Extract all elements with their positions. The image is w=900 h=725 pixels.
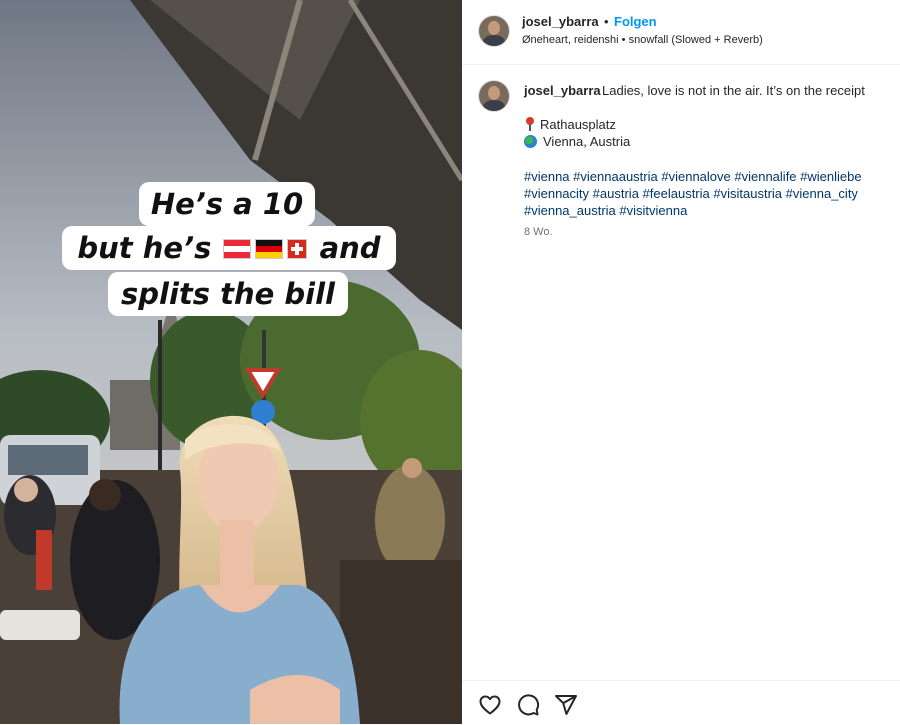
location-region: Vienna, Austria (543, 134, 631, 149)
hashtag-link[interactable]: #visitvienna (619, 203, 687, 218)
caption-username[interactable]: josel_ybarra (524, 83, 601, 98)
hashtags: #vienna #viennaaustria #viennalove #vien… (524, 168, 884, 219)
caption-line-1: He’s a 10 (139, 182, 315, 226)
author-avatar[interactable] (478, 15, 510, 47)
hashtag-link[interactable]: #visitaustria (713, 186, 782, 201)
hashtag-link[interactable]: #viennalove (661, 169, 730, 184)
share-icon[interactable] (554, 693, 578, 717)
hashtag-link[interactable]: #wienliebe (800, 169, 861, 184)
post-timestamp[interactable]: 8 Wo. (524, 226, 553, 238)
post-header: josel_ybarra • Folgen Øneheart, reidensh… (462, 0, 900, 65)
globe-icon (524, 135, 537, 148)
austria-flag-icon (223, 239, 252, 259)
post-media[interactable]: He’s a 10 but he’s and splits the bill (0, 0, 462, 724)
comment-icon[interactable] (516, 693, 540, 717)
caption-line-3: splits the bill (108, 272, 348, 316)
video-frame (0, 0, 462, 724)
hashtag-link[interactable]: #feelaustria (643, 186, 710, 201)
location-line-1: Rathausplatz (524, 117, 616, 132)
separator-dot: • (604, 14, 609, 29)
heart-icon[interactable] (478, 693, 502, 717)
action-bar (462, 680, 900, 725)
caption-line-2-end: and (319, 231, 381, 265)
hashtag-link[interactable]: #austria (593, 186, 639, 201)
hashtag-link[interactable]: #viennacity (524, 186, 589, 201)
follow-button[interactable]: Folgen (614, 14, 657, 29)
hashtag-link[interactable]: #viennalife (734, 169, 796, 184)
post-side-panel: josel_ybarra • Folgen Øneheart, reidensh… (462, 0, 900, 724)
caption-text: Ladies, love is not in the air. It’s on … (602, 83, 865, 98)
caption-avatar[interactable] (478, 80, 510, 112)
pin-icon (526, 117, 534, 131)
location-name: Rathausplatz (540, 117, 616, 132)
switzerland-flag-icon (287, 239, 308, 259)
hashtag-link[interactable]: #viennaaustria (573, 169, 658, 184)
location-line-2: Vienna, Austria (524, 134, 630, 149)
hashtag-link[interactable]: #vienna_city (786, 186, 858, 201)
caption-line-2-start: but he’s (77, 231, 212, 265)
author-username[interactable]: josel_ybarra (522, 14, 599, 29)
germany-flag-icon (255, 239, 284, 259)
hashtag-link[interactable]: #vienna_austria (524, 203, 616, 218)
hashtag-link[interactable]: #vienna (524, 169, 570, 184)
caption-line-2: but he’s and (62, 226, 396, 270)
audio-track[interactable]: Øneheart, reidenshi • snowfall (Slowed +… (522, 34, 763, 46)
